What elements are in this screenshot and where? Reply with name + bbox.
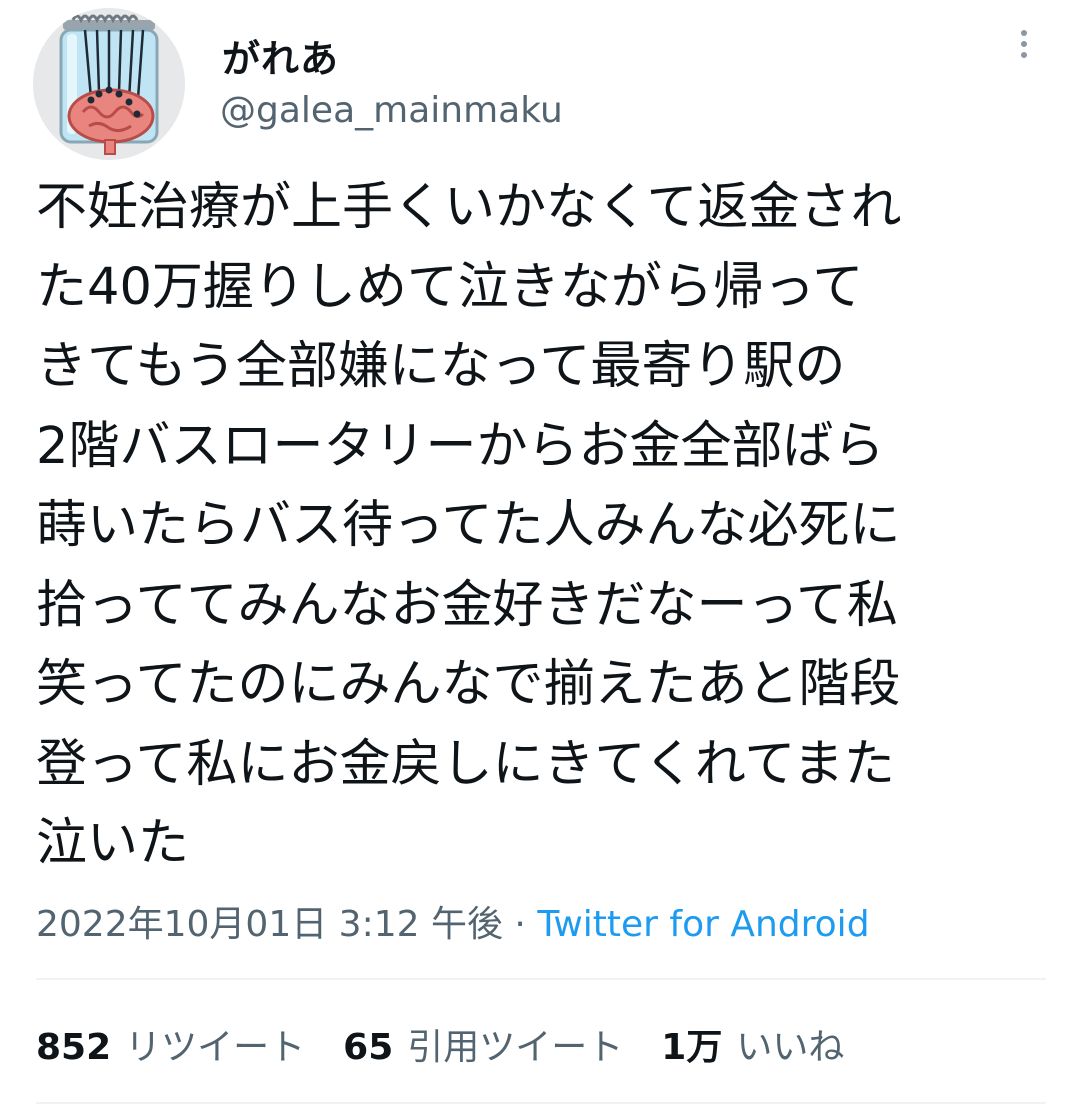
more-dot — [1021, 30, 1027, 36]
tweet-text-line: 不妊治療が上手くいかなくて返金され — [36, 178, 902, 237]
user-handle[interactable]: @galea_mainmaku — [220, 90, 563, 131]
avatar[interactable] — [33, 8, 185, 160]
tweet-detail: がれあ @galea_mainmaku 不妊治療が上手くいかなくて返金され た4… — [0, 0, 1080, 1107]
quote-tweets-count: 65 — [343, 1027, 394, 1068]
tweet-text-line: 2階バスロータリーからお金全部ばら — [36, 416, 885, 476]
tweet-text-line: 蒔いたらバス待ってた人みんな必死に — [36, 496, 901, 555]
likes-label: いいね — [736, 1027, 845, 1068]
likes-stat[interactable]: 1万 いいね — [661, 1018, 844, 1070]
tweet-stats: 852 リツイート 65 引用ツイート 1万 いいね — [36, 1018, 882, 1070]
retweets-count: 852 — [36, 1027, 112, 1068]
brain-in-jar-icon — [33, 8, 185, 160]
more-dot — [1021, 41, 1027, 47]
meta-separator: · — [502, 904, 538, 945]
divider — [36, 1102, 1046, 1104]
tweet-text-line: きてもう全部嫌になって最寄り駅の — [36, 337, 846, 396]
quote-tweets-stat[interactable]: 65 引用ツイート — [343, 1018, 623, 1070]
quote-tweets-label: 引用ツイート — [407, 1027, 624, 1068]
retweets-label: リツイート — [125, 1027, 306, 1068]
retweets-stat[interactable]: 852 リツイート — [36, 1018, 305, 1070]
likes-count: 1万 — [661, 1027, 723, 1068]
tweet-timestamp[interactable]: 2022年10月01日 3:12 午後 — [36, 904, 503, 945]
more-options-icon[interactable] — [1008, 30, 1040, 70]
tweet-text-line: 笑ってたのにみんなで揃えたあと階段 — [36, 655, 901, 714]
tweet-text-line: 登って私にお金戻しにきてくれてまた — [36, 734, 895, 794]
tweet-source-link[interactable]: Twitter for Android — [537, 904, 869, 945]
tweet-text: 不妊治療が上手くいかなくて返金され た40万握りしめて泣きながら帰って きてもう… — [36, 168, 1046, 884]
tweet-meta: 2022年10月01日 3:12 午後 · Twitter for Androi… — [36, 895, 870, 947]
tweet-text-line: た40万握りしめて泣きながら帰って — [36, 257, 864, 317]
tweet-text-line: 拾っててみんなお金好きだなーって私 — [36, 575, 898, 635]
more-dot — [1021, 52, 1027, 58]
display-name[interactable]: がれあ — [222, 28, 339, 83]
tweet-text-line: 泣いた — [36, 814, 190, 873]
divider — [36, 978, 1046, 980]
